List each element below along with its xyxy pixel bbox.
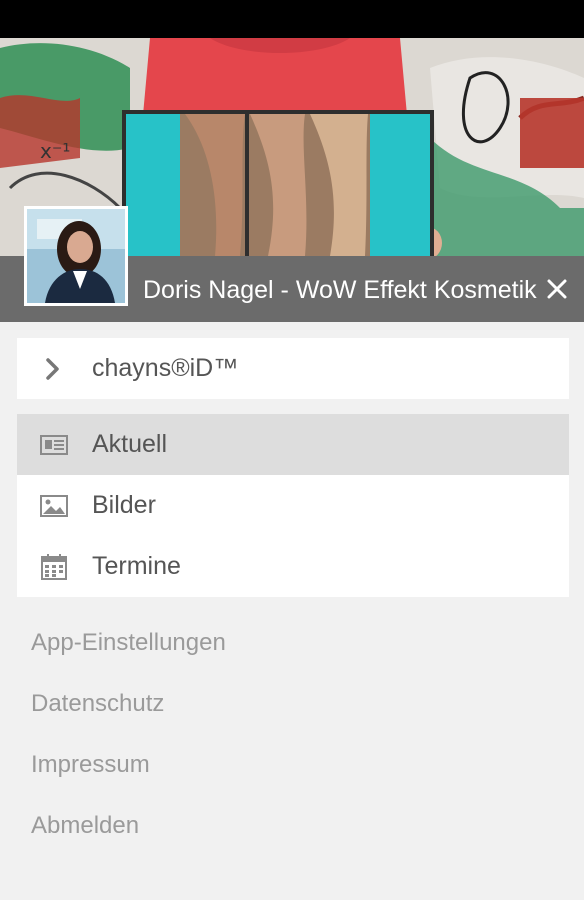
avatar: [24, 206, 128, 306]
status-bar: [0, 0, 584, 38]
newspaper-icon: [39, 431, 69, 459]
logout-link[interactable]: Abmelden: [31, 811, 139, 841]
calendar-icon: [39, 553, 69, 581]
close-button[interactable]: [541, 273, 573, 305]
menu-item-bilder[interactable]: Bilder: [17, 475, 569, 536]
menu-item-termine[interactable]: Termine: [17, 536, 569, 597]
menu-item-label: Bilder: [92, 491, 156, 519]
menu-item-label: Termine: [92, 552, 181, 580]
app-settings-link[interactable]: App-Einstellungen: [31, 628, 226, 658]
image-icon: [39, 492, 69, 520]
menu-item-aktuell[interactable]: Aktuell: [17, 414, 569, 475]
menu-item-label: Aktuell: [92, 430, 168, 458]
imprint-link[interactable]: Impressum: [31, 750, 150, 780]
privacy-link[interactable]: Datenschutz: [31, 689, 164, 719]
close-icon: [547, 279, 567, 299]
page-title: Doris Nagel - WoW Effekt Kosmetik: [143, 276, 537, 304]
svg-text:x⁻¹: x⁻¹: [40, 139, 70, 163]
chayns-id-label: chayns®iD™: [92, 354, 239, 382]
chevron-right-icon: [43, 356, 73, 384]
chayns-id-item[interactable]: chayns®iD™: [17, 338, 569, 399]
